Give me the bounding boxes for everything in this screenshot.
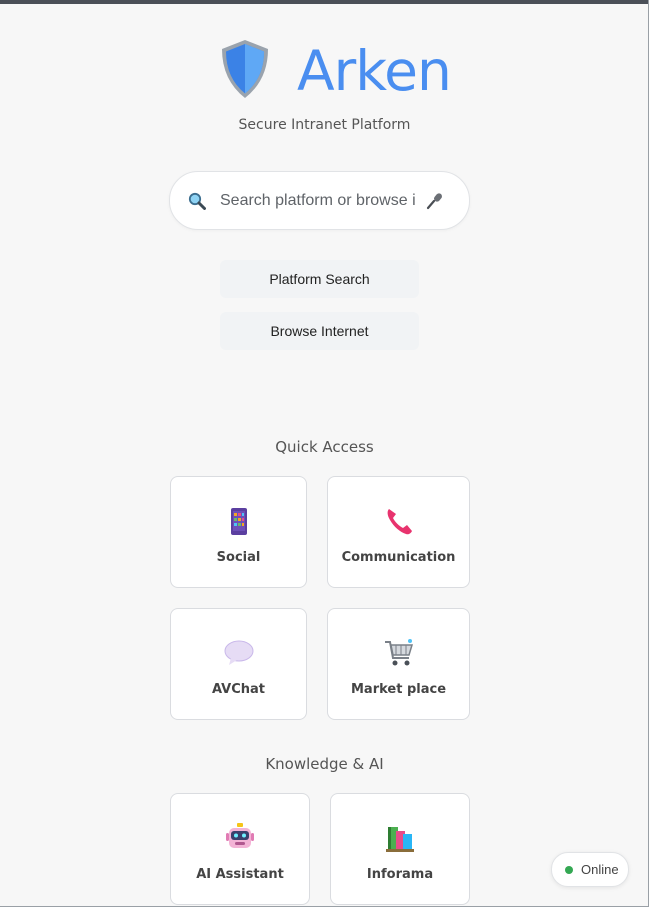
inforama-label: Inforama [366, 867, 434, 882]
inforama-card[interactable]: Inforama [330, 793, 470, 905]
communication-label: Communication [341, 550, 456, 565]
avchat-label: AVChat [211, 682, 266, 697]
social-label: Social [216, 550, 261, 565]
ai-assistant-label: AI Assistant [196, 867, 284, 882]
browse-internet-button[interactable]: Browse Internet [220, 312, 419, 350]
search-input[interactable] [220, 189, 416, 213]
robot-icon [226, 823, 254, 848]
telephone-receiver-icon [387, 509, 412, 535]
brand-name: Arken [297, 39, 452, 103]
status-label: Online [581, 862, 619, 877]
online-status-badge[interactable]: Online [551, 852, 629, 887]
communication-card[interactable]: Communication [327, 476, 470, 588]
microphone-icon[interactable] [426, 192, 444, 210]
tagline: Secure Intranet Platform [238, 117, 411, 133]
shield-icon [222, 40, 268, 98]
window-top-bar [0, 0, 649, 4]
books-icon [386, 827, 414, 852]
speech-bubble-icon [224, 640, 253, 665]
avchat-card[interactable]: AVChat [170, 608, 307, 720]
social-card[interactable]: Social [170, 476, 307, 588]
knowledge-ai-title: Knowledge & AI [265, 755, 384, 773]
marketplace-label: Market place [350, 682, 447, 697]
marketplace-card[interactable]: Market place [327, 608, 470, 720]
search-icon [188, 192, 206, 210]
shopping-cart-icon [384, 639, 413, 666]
status-dot-icon [565, 866, 573, 874]
phone-app-icon [230, 508, 247, 535]
ai-assistant-card[interactable]: AI Assistant [170, 793, 310, 905]
logo: Arken [214, 36, 452, 106]
quick-access-title: Quick Access [275, 438, 374, 456]
platform-search-button[interactable]: Platform Search [220, 260, 419, 298]
search-box[interactable] [169, 171, 470, 230]
